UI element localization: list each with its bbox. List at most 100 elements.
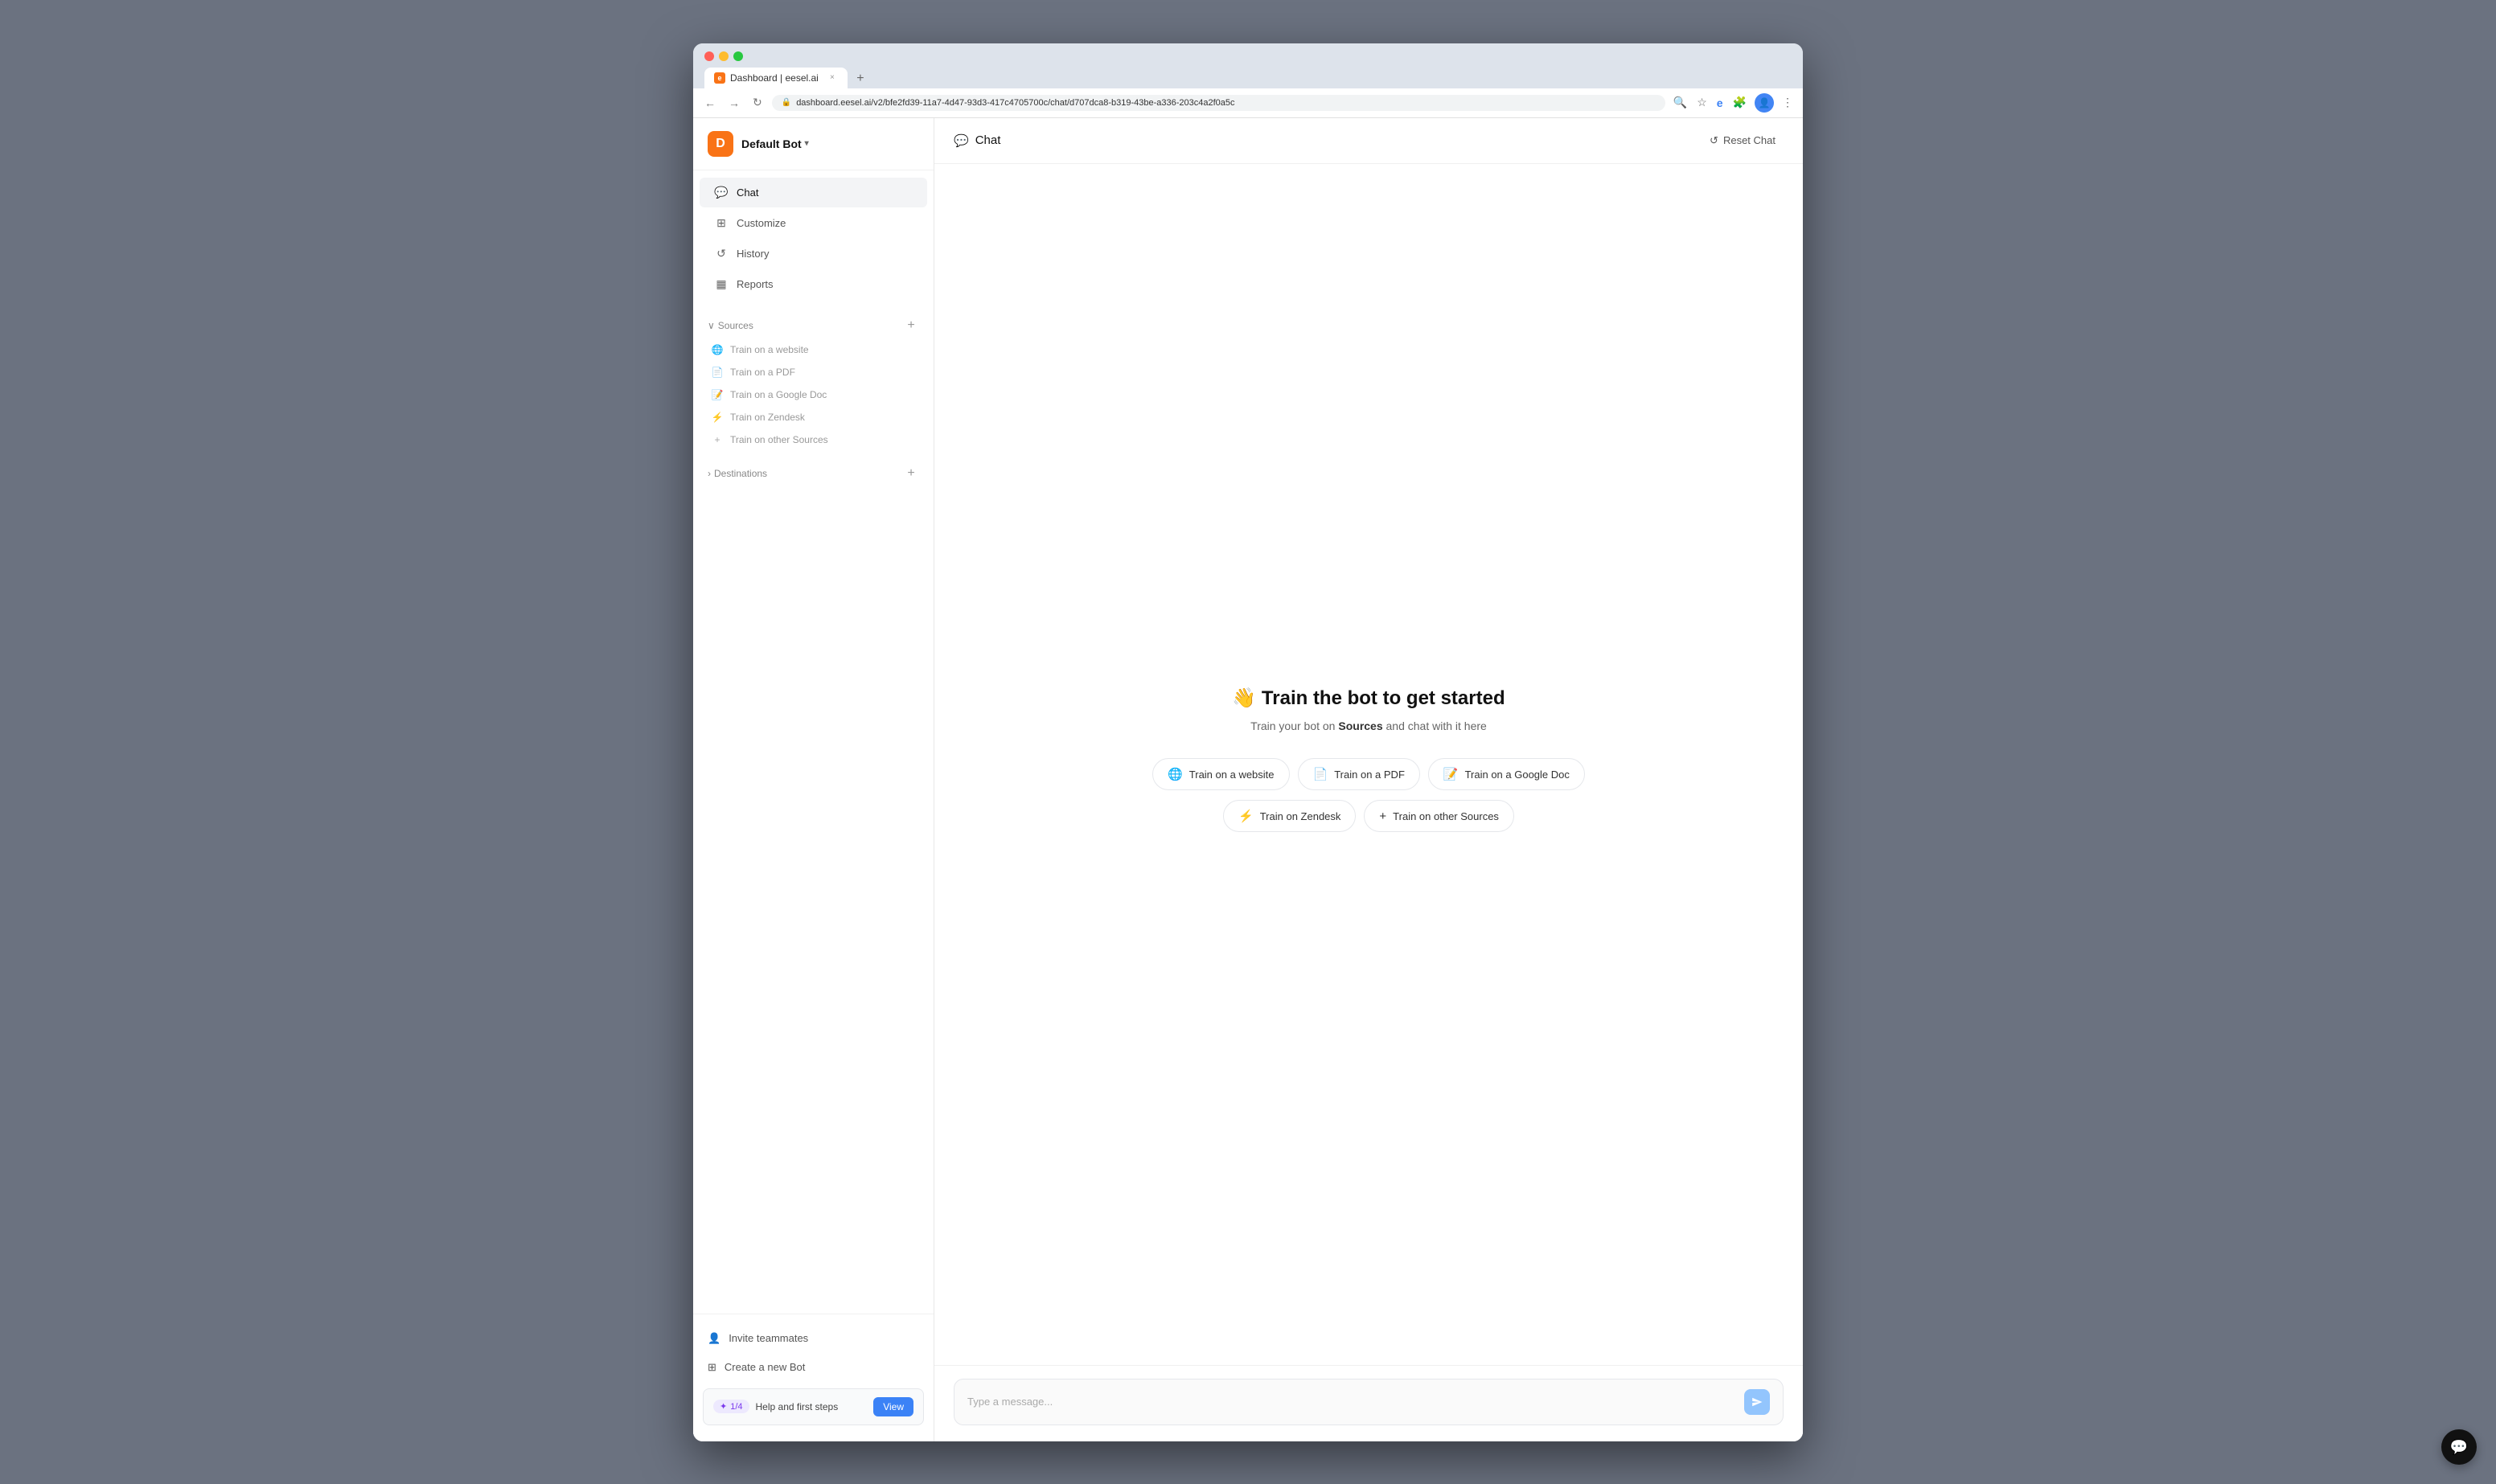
empty-state: 👋 Train the bot to get started Train you…	[1152, 687, 1585, 842]
bookmark-button[interactable]: ☆	[1695, 94, 1709, 111]
sidebar-item-chat[interactable]: 💬 Chat	[700, 178, 927, 207]
tab-close-button[interactable]: ×	[827, 72, 838, 84]
source-website[interactable]: 🌐 Train on a website	[708, 338, 919, 361]
sources-bold: Sources	[1338, 719, 1382, 732]
history-icon: ↺	[714, 247, 729, 260]
message-input[interactable]	[967, 1396, 1736, 1408]
back-button[interactable]: ←	[701, 95, 719, 111]
empty-state-title: 👋 Train the bot to get started	[1152, 687, 1585, 710]
plus-icon: +	[711, 434, 724, 445]
main-title: 💬 Chat	[954, 133, 1000, 148]
source-other[interactable]: + Train on other Sources	[708, 428, 919, 451]
action-btn-label: Train on a PDF	[1334, 769, 1405, 781]
destinations-toggle[interactable]: › Destinations	[708, 468, 767, 479]
sidebar-item-label: History	[737, 248, 769, 260]
help-badge: ✦ 1/4	[713, 1400, 749, 1413]
source-label: Train on a Google Doc	[730, 389, 827, 400]
sidebar: D Default Bot ▾ 💬 Chat ⊞ Customize ↺	[693, 118, 934, 1441]
new-tab-button[interactable]: +	[851, 69, 870, 88]
source-googledoc[interactable]: 📝 Train on a Google Doc	[708, 383, 919, 406]
action-btn-label: Train on a website	[1189, 769, 1275, 781]
destinations-add-button[interactable]: +	[903, 465, 919, 482]
close-traffic-light[interactable]	[704, 51, 714, 61]
reset-icon: ↺	[1710, 134, 1718, 147]
sparkle-icon: ✦	[720, 1401, 727, 1412]
tab-title: Dashboard | eesel.ai	[730, 72, 819, 84]
footer-item-label: Invite teammates	[729, 1332, 808, 1344]
sidebar-item-label: Reports	[737, 278, 774, 290]
chat-icon: 💬	[714, 186, 729, 199]
bot-avatar: D	[708, 131, 733, 157]
pdf-icon: 📄	[711, 367, 724, 378]
menu-button[interactable]: ⋮	[1780, 94, 1795, 111]
plus-btn-icon: +	[1379, 810, 1386, 823]
maximize-traffic-light[interactable]	[733, 51, 743, 61]
gdoc-btn-icon: 📝	[1443, 767, 1459, 781]
globe-icon: 🌐	[711, 344, 724, 355]
gdoc-icon: 📝	[711, 389, 724, 400]
empty-state-subtitle: Train your bot on Sources and chat with …	[1152, 719, 1585, 732]
sidebar-nav: 💬 Chat ⊞ Customize ↺ History ▦ Reports	[693, 170, 934, 306]
pdf-btn-icon: 📄	[1313, 767, 1328, 781]
invite-teammates-button[interactable]: 👤 Invite teammates	[693, 1324, 934, 1353]
source-label: Train on other Sources	[730, 434, 828, 445]
bot-name[interactable]: Default Bot ▾	[741, 137, 809, 150]
source-pdf[interactable]: 📄 Train on a PDF	[708, 361, 919, 383]
train-other-button[interactable]: + Train on other Sources	[1364, 800, 1514, 832]
train-googledoc-button[interactable]: 📝 Train on a Google Doc	[1428, 758, 1585, 790]
profile-button[interactable]: 👤	[1755, 93, 1774, 113]
chevron-right-icon: ∨	[708, 320, 715, 331]
zoom-button[interactable]: 🔍	[1672, 94, 1689, 111]
reports-icon: ▦	[714, 277, 729, 291]
message-input-area	[934, 1365, 1803, 1441]
sidebar-item-history[interactable]: ↺ History	[700, 239, 927, 269]
reload-button[interactable]: ↻	[749, 94, 766, 111]
sources-toggle[interactable]: ∨ Sources	[708, 320, 753, 331]
footer-item-label: Create a new Bot	[725, 1361, 805, 1373]
chat-bubble-button[interactable]: 💬	[2441, 1429, 2477, 1465]
source-label: Train on a website	[730, 344, 809, 355]
address-bar[interactable]: 🔒 dashboard.eesel.ai/v2/bfe2fd39-11a7-4d…	[772, 95, 1665, 111]
minimize-traffic-light[interactable]	[719, 51, 729, 61]
sidebar-item-label: Customize	[737, 217, 786, 229]
wave-emoji: 👋	[1232, 687, 1256, 709]
page-title: Chat	[975, 133, 1001, 147]
customize-icon: ⊞	[714, 216, 729, 230]
send-icon	[1751, 1396, 1763, 1408]
address-bar-row: ← → ↻ 🔒 dashboard.eesel.ai/v2/bfe2fd39-1…	[693, 88, 1803, 118]
send-button[interactable]	[1744, 1389, 1770, 1415]
sources-add-button[interactable]: +	[903, 318, 919, 334]
extensions-button[interactable]: 🧩	[1731, 94, 1748, 111]
forward-button[interactable]: →	[725, 95, 743, 111]
zendesk-btn-icon: ⚡	[1238, 809, 1254, 823]
action-btn-label: Train on other Sources	[1393, 810, 1499, 822]
train-zendesk-button[interactable]: ⚡ Train on Zendesk	[1223, 800, 1356, 832]
url-text: dashboard.eesel.ai/v2/bfe2fd39-11a7-4d47…	[796, 98, 1234, 108]
reset-chat-button[interactable]: ↺ Reset Chat	[1702, 129, 1784, 152]
zendesk-icon: ⚡	[711, 412, 724, 423]
chat-area: 👋 Train the bot to get started Train you…	[934, 164, 1803, 1365]
action-buttons-row-2: ⚡ Train on Zendesk + Train on other Sour…	[1152, 800, 1585, 832]
source-zendesk[interactable]: ⚡ Train on Zendesk	[708, 406, 919, 428]
destinations-section: › Destinations +	[693, 457, 934, 493]
tab-favicon: e	[714, 72, 725, 84]
chevron-down-icon: ▾	[805, 139, 809, 148]
sidebar-item-label: Chat	[737, 187, 758, 199]
sidebar-header[interactable]: D Default Bot ▾	[693, 118, 934, 170]
empty-title-text: Train the bot to get started	[1262, 687, 1505, 709]
sidebar-item-customize[interactable]: ⊞ Customize	[700, 208, 927, 238]
globe-btn-icon: 🌐	[1168, 767, 1183, 781]
sidebar-footer: 👤 Invite teammates ⊞ Create a new Bot ✦ …	[693, 1314, 934, 1441]
sidebar-item-reports[interactable]: ▦ Reports	[700, 269, 927, 299]
chat-bubble-icon: 💬	[2450, 1439, 2468, 1456]
extension-button-e[interactable]: e	[1715, 95, 1725, 111]
help-badge-number: 1/4	[730, 1402, 742, 1412]
train-pdf-button[interactable]: 📄 Train on a PDF	[1298, 758, 1420, 790]
view-help-button[interactable]: View	[873, 1397, 913, 1416]
person-icon: 👤	[708, 1332, 720, 1345]
train-website-button[interactable]: 🌐 Train on a website	[1152, 758, 1289, 790]
help-banner: ✦ 1/4 Help and first steps View	[703, 1388, 924, 1425]
create-new-bot-button[interactable]: ⊞ Create a new Bot	[693, 1353, 934, 1382]
help-text: Help and first steps	[756, 1401, 868, 1412]
browser-tab[interactable]: e Dashboard | eesel.ai ×	[704, 68, 848, 88]
